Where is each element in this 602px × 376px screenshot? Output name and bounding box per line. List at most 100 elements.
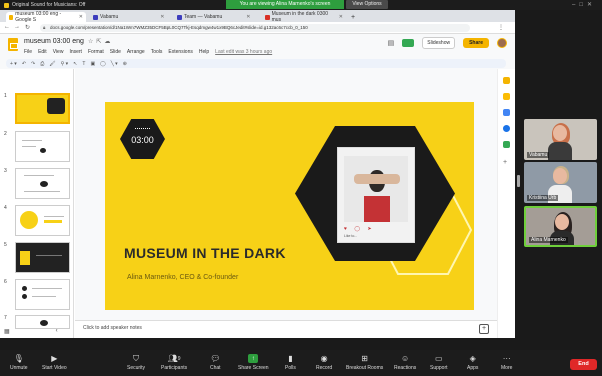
current-slide[interactable]: 03:00 ♥ ◯ ➤ Like to... MUSEUM IN THE DAR…	[105, 102, 474, 310]
zoom-toolbar: 🎙︎ Unmute ▶︎ Start Video ⛉ Security 👥︎ 9 …	[0, 350, 602, 376]
menu-arrange[interactable]: Arrange	[127, 49, 145, 55]
close-icon[interactable]: ✕	[79, 14, 83, 20]
expand-icon[interactable]: +	[479, 324, 489, 334]
account-avatar[interactable]	[497, 38, 507, 48]
original-sound-toggle[interactable]: Original Sound for Musicians: Off	[4, 2, 85, 8]
browser-tab-gmail[interactable]: Museum in the dark 0300 mus ✕	[262, 11, 346, 23]
participant-tile[interactable]: Vabamu	[524, 119, 597, 160]
menu-edit[interactable]: Edit	[38, 49, 47, 55]
keep-icon[interactable]	[503, 93, 510, 100]
comments-icon[interactable]: ▤	[388, 39, 395, 47]
comment-add-icon[interactable]: ⊕	[123, 61, 127, 67]
new-slide-icon[interactable]: + ▾	[10, 61, 17, 67]
calendar-icon[interactable]	[503, 77, 510, 84]
close-icon[interactable]: ✕	[339, 14, 343, 20]
slide-thumbnail[interactable]	[15, 205, 70, 236]
back-icon[interactable]: ←	[4, 24, 10, 30]
slide-thumbnail[interactable]	[15, 131, 70, 162]
support-button[interactable]: ▭ Support	[430, 354, 448, 371]
tasks-icon[interactable]	[503, 109, 510, 116]
breakout-rooms-button[interactable]: ⊞ Breakout Rooms	[346, 354, 383, 371]
close-icon[interactable]: ✕	[160, 14, 164, 20]
start-video-button[interactable]: ▶︎ Start Video	[42, 354, 67, 371]
like-icons: ♥ ◯ ➤	[344, 226, 375, 232]
forward-icon[interactable]: →	[14, 24, 20, 30]
toolbar-label: Polls	[285, 365, 296, 371]
side-panel-rail: +	[497, 69, 515, 338]
meet-icon[interactable]	[402, 39, 415, 47]
chat-button[interactable]: 💬︎ Chat	[210, 354, 221, 371]
end-meeting-button[interactable]: End	[570, 359, 597, 370]
panel-handle-icon[interactable]	[517, 175, 520, 187]
polaroid-photo: ♥ ◯ ➤ Like to...	[337, 147, 415, 243]
menu-help[interactable]: Help	[199, 49, 209, 55]
line-icon[interactable]: ╲ ▾	[111, 61, 118, 67]
menu-kebab-icon[interactable]: ⋮	[498, 24, 504, 31]
doc-title-icons[interactable]: ☆⇱☁	[88, 38, 113, 45]
redo-icon[interactable]: ↷	[31, 61, 35, 67]
participant-tile[interactable]: Kristiina Urb	[524, 162, 597, 203]
browser-tab-team[interactable]: Team — Vabamu ✕	[174, 12, 258, 22]
breakout-icon: ⊞	[361, 354, 368, 363]
browser-tab-vabamu[interactable]: Vabamu ✕	[90, 12, 170, 22]
contacts-icon[interactable]	[503, 125, 510, 132]
slide-canvas: 03:00 ♥ ◯ ➤ Like to... MUSEUM IN THE DAR…	[75, 69, 497, 320]
participant-tile-active[interactable]: Alina Marnenko	[524, 206, 597, 247]
grid-view-icon[interactable]: ▦	[4, 328, 10, 335]
window-controls[interactable]: –□✕	[572, 1, 596, 8]
slide-number: 4	[4, 205, 7, 211]
print-icon[interactable]: ⎙	[40, 61, 44, 67]
slide-thumbnail[interactable]	[15, 168, 70, 199]
header-actions: ▤ Slideshow Share	[388, 37, 507, 49]
security-button[interactable]: ⛉ Security	[127, 354, 146, 372]
menu-extensions[interactable]: Extensions	[168, 49, 192, 55]
zoom-top-bar: Original Sound for Musicians: Off You ar…	[0, 0, 602, 10]
share-button[interactable]: Share	[463, 38, 489, 48]
menu-tools[interactable]: Tools	[151, 49, 163, 55]
last-edit-link[interactable]: Last edit was 3 hours ago	[215, 49, 272, 55]
zoom-icon[interactable]: ⚲ ▾	[61, 61, 69, 67]
new-tab-button[interactable]: +	[348, 12, 358, 22]
select-icon[interactable]: ↖	[73, 61, 77, 67]
maps-icon[interactable]	[503, 141, 510, 148]
slideshow-button[interactable]: Slideshow	[422, 37, 456, 49]
doc-title[interactable]: museum 03:00 eng	[24, 38, 84, 45]
reactions-button[interactable]: ☺ Reactions	[394, 354, 416, 371]
browser-tab-slides[interactable]: museum 03:00 eng - Google S ✕	[6, 11, 86, 23]
menu-file[interactable]: File	[24, 49, 32, 55]
unmute-button[interactable]: 🎙︎ Unmute	[10, 354, 28, 371]
paint-format-icon[interactable]: 🖌︎	[49, 61, 55, 67]
record-icon: ◉	[320, 354, 328, 363]
speaker-notes[interactable]: Click to add speaker notes +	[75, 320, 497, 338]
menu-insert[interactable]: Insert	[69, 49, 82, 55]
slide-thumbnail[interactable]	[15, 279, 70, 310]
toolbar-label: Security	[127, 365, 146, 371]
record-button[interactable]: ◉ Record	[316, 354, 332, 371]
slide-filmstrip: 1 2 3 4 5 6 7 ▦ ‹	[0, 69, 74, 338]
collapse-icon[interactable]: ‹	[56, 328, 58, 335]
slides-logo-icon[interactable]	[8, 38, 18, 51]
photo-caption: Like to...	[344, 234, 358, 238]
share-screen-button[interactable]: ↑ Share Screen	[238, 354, 269, 371]
menu-slide[interactable]: Slide	[110, 49, 121, 55]
address-bar-row: ← → ↻ 🔒︎ docs.google.com/presentation/d/…	[0, 22, 515, 34]
participants-button[interactable]: 👥︎ 9 Participants	[161, 354, 187, 371]
slide-thumbnail[interactable]	[15, 315, 70, 329]
reload-icon[interactable]: ↻	[25, 24, 30, 31]
menu-bar: File Edit View Insert Format Slide Arran…	[24, 49, 272, 55]
close-icon[interactable]: ✕	[246, 14, 250, 20]
menu-view[interactable]: View	[53, 49, 64, 55]
apps-button[interactable]: ◈ Apps	[467, 354, 478, 371]
polls-button[interactable]: ▮ Polls	[285, 354, 296, 371]
undo-icon[interactable]: ↶	[22, 61, 26, 67]
slide-thumbnail[interactable]	[15, 242, 70, 273]
menu-format[interactable]: Format	[88, 49, 104, 55]
shape-icon[interactable]: ◯	[100, 61, 106, 67]
url-input[interactable]: 🔒︎ docs.google.com/presentation/d/1Na1Wm…	[40, 24, 470, 32]
slide-thumbnail[interactable]	[15, 93, 70, 124]
add-addon-icon[interactable]: +	[503, 159, 510, 166]
image-icon[interactable]: ▣	[90, 61, 95, 67]
more-button[interactable]: ··· More	[501, 354, 512, 371]
view-options-button[interactable]: View Options	[346, 0, 388, 9]
textbox-icon[interactable]: T	[82, 61, 85, 67]
